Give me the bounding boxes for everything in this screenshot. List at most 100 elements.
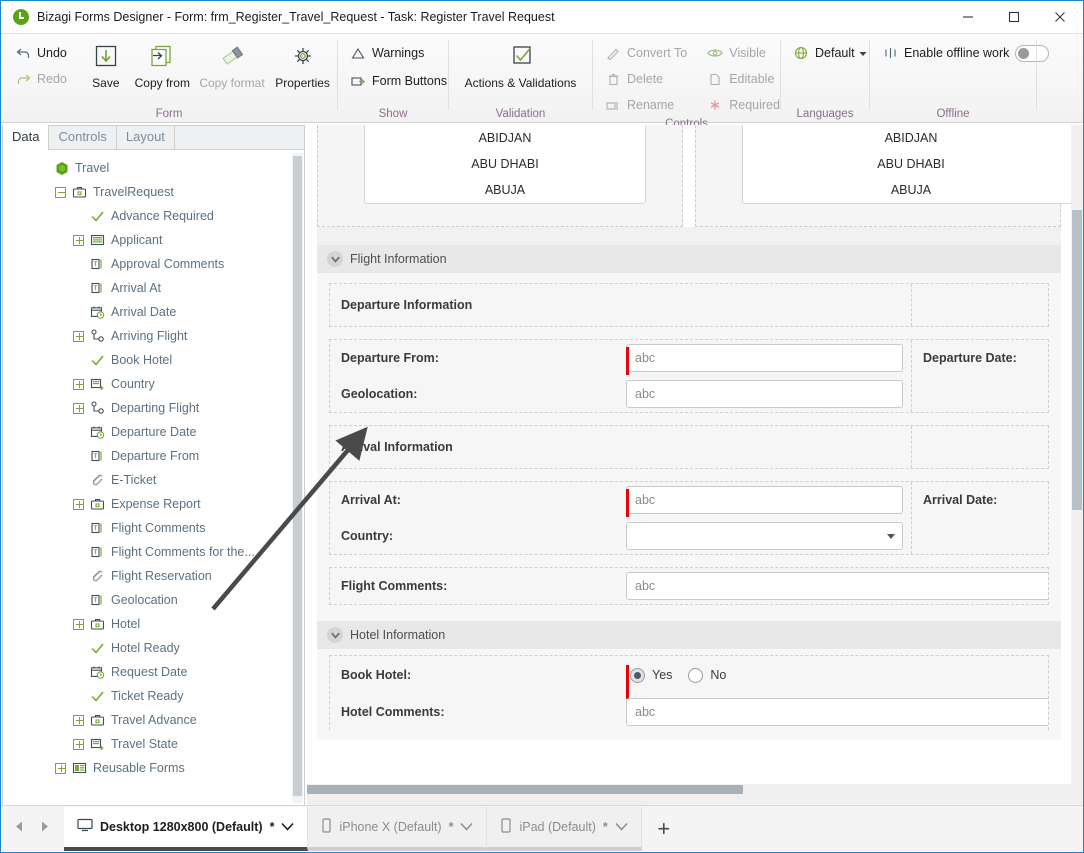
chevron-down-icon[interactable] [615,820,628,834]
offline-toggle-switch[interactable] [1015,44,1050,62]
expand-icon[interactable] [55,762,66,774]
tree-item-e-ticket[interactable]: E-Ticket [3,468,304,492]
tree-scrollbar-thumb[interactable] [293,156,302,796]
expand-icon[interactable] [73,378,84,390]
radio-yes[interactable] [630,667,645,683]
add-device-button[interactable]: + [642,807,686,851]
next-arrow-icon[interactable] [39,820,50,838]
expand-icon[interactable] [73,234,84,246]
book-hotel-radio-group[interactable]: Yes No [626,667,1040,683]
geolocation-input[interactable]: abc [626,380,903,408]
delete-button[interactable]: Delete [601,68,691,90]
device-tab-ipad-modified: * [602,819,608,834]
enable-offline-work-toggle[interactable]: Enable offline work [878,42,1053,64]
expand-icon[interactable] [73,330,84,342]
chevron-down-icon[interactable] [281,820,295,834]
tree-item-flight-comments[interactable]: T Flight Comments [3,516,304,540]
flight-comments-input[interactable]: abc [626,572,1048,600]
tree-item-applicant[interactable]: Applicant [3,228,304,252]
arrival-at-input[interactable]: abc [626,486,903,514]
chevron-down-icon[interactable] [327,627,343,643]
list-item[interactable]: ABIDJAN [365,125,645,151]
hotel-comments-input[interactable]: abc [626,698,1048,726]
tree-item-departure-from[interactable]: T Departure From [3,444,304,468]
tree-item-travelrequest[interactable]: TravelRequest [3,180,304,204]
canvas-vscroll-thumb[interactable] [1072,210,1082,510]
device-tab-desktop[interactable]: Desktop 1280x800 (Default) * [64,806,309,851]
list-item[interactable]: ABUJA [743,177,1079,203]
tree-item-ticket-ready[interactable]: Ticket Ready [3,684,304,708]
tree-scrollbar[interactable] [292,153,303,803]
actions-validations-button[interactable]: Actions & Validations [451,34,591,90]
tree-item-reusable-forms[interactable]: Reusable Forms [3,756,304,780]
tree-item-flight-reservation[interactable]: Flight Reservation [3,564,304,588]
tree-item-approval-comments[interactable]: T Approval Comments [3,252,304,276]
maximize-icon[interactable] [991,1,1037,32]
section-header-hotel-information[interactable]: Hotel Information [317,621,1061,649]
undo-button[interactable]: Undo [11,42,71,64]
list-item[interactable]: ABU DHABI [743,151,1079,177]
chevron-down-icon[interactable] [327,251,343,267]
tree-item-travel-state[interactable]: Travel State [3,732,304,756]
expand-icon[interactable] [73,618,84,630]
close-icon[interactable] [1037,1,1083,32]
departure-from-input[interactable]: abc [626,344,903,372]
departure-city-listbox[interactable]: ABIDJAN ABU DHABI ABUJA [364,125,646,204]
section-header-flight-information[interactable]: Flight Information [317,245,1061,273]
visible-button[interactable]: Visible [703,42,784,64]
tree-item-arrival-date[interactable]: Arrival Date [3,300,304,324]
tree-item-departing-flight[interactable]: Departing Flight [3,396,304,420]
tree-item-country[interactable]: Country [3,372,304,396]
tree-item-travel-advance[interactable]: Travel Advance [3,708,304,732]
arrival-city-listbox[interactable]: ABIDJAN ABU DHABI ABUJA [742,125,1080,204]
canvas-horizontal-scrollbar[interactable] [307,784,1071,795]
list-item[interactable]: ABUJA [365,177,645,203]
collapse-icon[interactable] [55,186,66,198]
expand-icon[interactable] [73,714,84,726]
warnings-button[interactable]: Warnings [346,42,451,64]
expand-icon[interactable] [73,402,84,414]
expand-icon[interactable] [73,738,84,750]
list-item[interactable]: ABU DHABI [365,151,645,177]
language-default-dropdown[interactable]: Default [789,42,871,64]
tree-item-request-date[interactable]: Request Date [3,660,304,684]
canvas-vertical-scrollbar[interactable] [1071,125,1083,795]
tree-item-flight-comments-for-the[interactable]: T Flight Comments for the... [3,540,304,564]
tree-item-hotel[interactable]: Hotel [3,612,304,636]
tree-item-hotel-ready[interactable]: Hotel Ready [3,636,304,660]
chevron-down-icon[interactable] [887,534,895,539]
device-tab-iphone-x[interactable]: iPhone X (Default) * [308,806,488,851]
editable-button[interactable]: Editable [703,68,784,90]
copy-from-button[interactable]: Copy from [129,34,196,90]
chevron-down-icon[interactable] [460,820,474,834]
save-button[interactable]: Save [83,34,129,90]
rename-button[interactable]: Rename [601,94,691,116]
tab-layout[interactable]: Layout [117,125,175,149]
tree-item-departure-date[interactable]: Departure Date [3,420,304,444]
list-item[interactable]: ABIDJAN [743,125,1079,151]
radio-no[interactable] [688,667,704,683]
tree-item-book-hotel[interactable]: Book Hotel [3,348,304,372]
data-tree[interactable]: Travel TravelRequest Advance Required Appli… [3,151,304,805]
tree-item-expense-report[interactable]: Expense Report [3,492,304,516]
tree-item-arriving-flight[interactable]: Arriving Flight [3,324,304,348]
device-tab-ipad[interactable]: iPad (Default) * [487,806,642,851]
convert-to-button[interactable]: Convert To [601,42,691,64]
tree-item-geolocation[interactable]: T Geolocation [3,588,304,612]
required-button[interactable]: Required [703,94,784,116]
prev-arrow-icon[interactable] [14,820,25,838]
expand-icon[interactable] [73,498,84,510]
country-select[interactable] [626,522,903,550]
tab-controls[interactable]: Controls [49,125,117,149]
tree-item-arrival-at[interactable]: T Arrival At [3,276,304,300]
form-buttons-button[interactable]: Form Buttons [346,70,451,92]
paperclip-icon [89,472,106,488]
canvas-hscroll-thumb[interactable] [307,785,743,794]
properties-button[interactable]: Properties [268,34,337,90]
minimize-icon[interactable] [945,1,991,32]
copy-format-button[interactable]: Copy format [196,34,268,90]
tree-item-travel[interactable]: Travel [3,156,304,180]
tree-item-advance-required[interactable]: Advance Required [3,204,304,228]
redo-button[interactable]: Redo [11,68,71,90]
tab-data[interactable]: Data [3,125,50,150]
